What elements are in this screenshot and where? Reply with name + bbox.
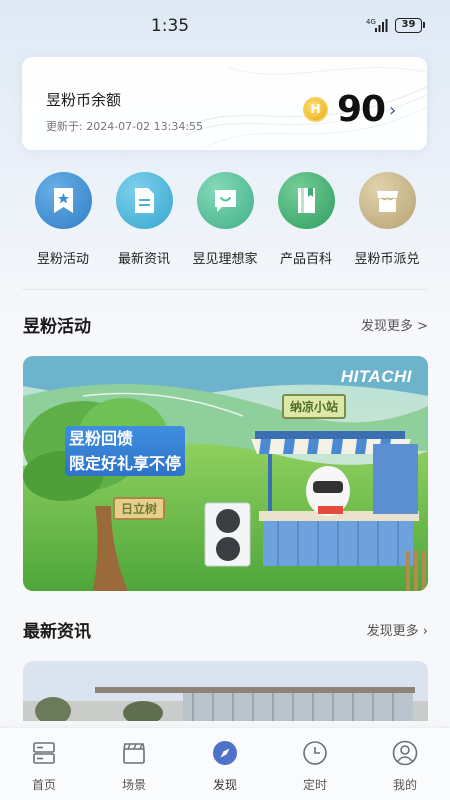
tab-label: 首页 [31, 778, 56, 792]
quick-item-activities[interactable]: 昱粉活动 [18, 172, 108, 267]
tree-sign: 日立树 [113, 497, 166, 520]
divider [22, 289, 428, 290]
coin-icon: H [303, 97, 328, 122]
banner-headline: 昱粉回馈 限定好礼享不停 [65, 426, 186, 476]
network-type: 4G [366, 18, 376, 26]
activities-more-link[interactable]: 发现更多 > [361, 315, 428, 334]
star-bookmark-icon [34, 172, 92, 229]
section-title-news: 最新资讯 [23, 622, 91, 642]
clock-icon [303, 741, 327, 765]
quick-label: 最新资讯 [117, 252, 170, 267]
balance-title: 昱粉币余额 [46, 91, 122, 109]
battery-indicator: 39 [395, 18, 425, 33]
hitachi-logo: HITACHI [340, 367, 412, 386]
tab-home[interactable]: 首页 [9, 740, 79, 793]
document-icon [115, 172, 173, 229]
signal-icon: 4G [366, 18, 388, 32]
tab-label: 定时 [302, 778, 327, 792]
stand-sign: 纳凉小站 [282, 394, 347, 419]
clapperboard-icon [123, 743, 145, 764]
tab-label: 发现 [212, 778, 237, 792]
section-title-activities: 昱粉活动 [23, 317, 91, 337]
home-device-icon [33, 742, 55, 764]
news-thumbnail[interactable] [23, 661, 428, 721]
tab-label: 我的 [392, 778, 417, 792]
compass-icon [213, 741, 237, 765]
quick-item-coin-exchange[interactable]: 昱粉币派兑 [342, 172, 432, 267]
chat-smile-icon [196, 172, 254, 229]
tab-timer[interactable]: 定时 [280, 740, 350, 793]
balance-amount: 90 [337, 89, 386, 130]
tab-discover[interactable]: 发现 [190, 740, 260, 793]
activity-banner[interactable]: HITACHI 昱粉回馈 限定好礼享不停 纳凉小站 日立树 [23, 356, 428, 591]
news-illustration [23, 661, 428, 721]
status-bar: 1:35 4G 39 [0, 0, 450, 52]
news-more-link[interactable]: 发现更多 › [367, 620, 428, 639]
status-time: 1:35 [150, 16, 190, 36]
user-icon [392, 740, 418, 766]
tab-label: 场景 [121, 778, 146, 792]
balance-updated-time: 更新于: 2024-07-02 13:34:55 [46, 120, 204, 133]
quick-item-ideal-home[interactable]: 昱见理想家 [180, 172, 270, 267]
quick-label: 昱粉币派兑 [354, 252, 420, 267]
shop-icon [358, 172, 416, 229]
quick-label: 产品百科 [279, 252, 332, 267]
book-icon [277, 172, 335, 229]
banner-headline-line1: 昱粉回馈 [69, 429, 134, 448]
tab-mine[interactable]: 我的 [370, 740, 440, 793]
quick-menu: 昱粉活动 最新资讯 昱见理想家 产品百科 昱粉币派兑 [0, 172, 450, 272]
banner-headline-line2: 限定好礼享不停 [69, 454, 182, 473]
quick-label: 昱见理想家 [192, 252, 258, 267]
quick-label: 昱粉活动 [36, 252, 89, 267]
quick-item-news[interactable]: 最新资讯 [99, 172, 189, 267]
tab-scenes[interactable]: 场景 [99, 740, 169, 793]
chevron-right-icon[interactable]: › [389, 100, 396, 121]
quick-item-product-wiki[interactable]: 产品百科 [261, 172, 351, 267]
bottom-tab-bar: 首页 场景 发现 定时 我的 [0, 727, 450, 800]
